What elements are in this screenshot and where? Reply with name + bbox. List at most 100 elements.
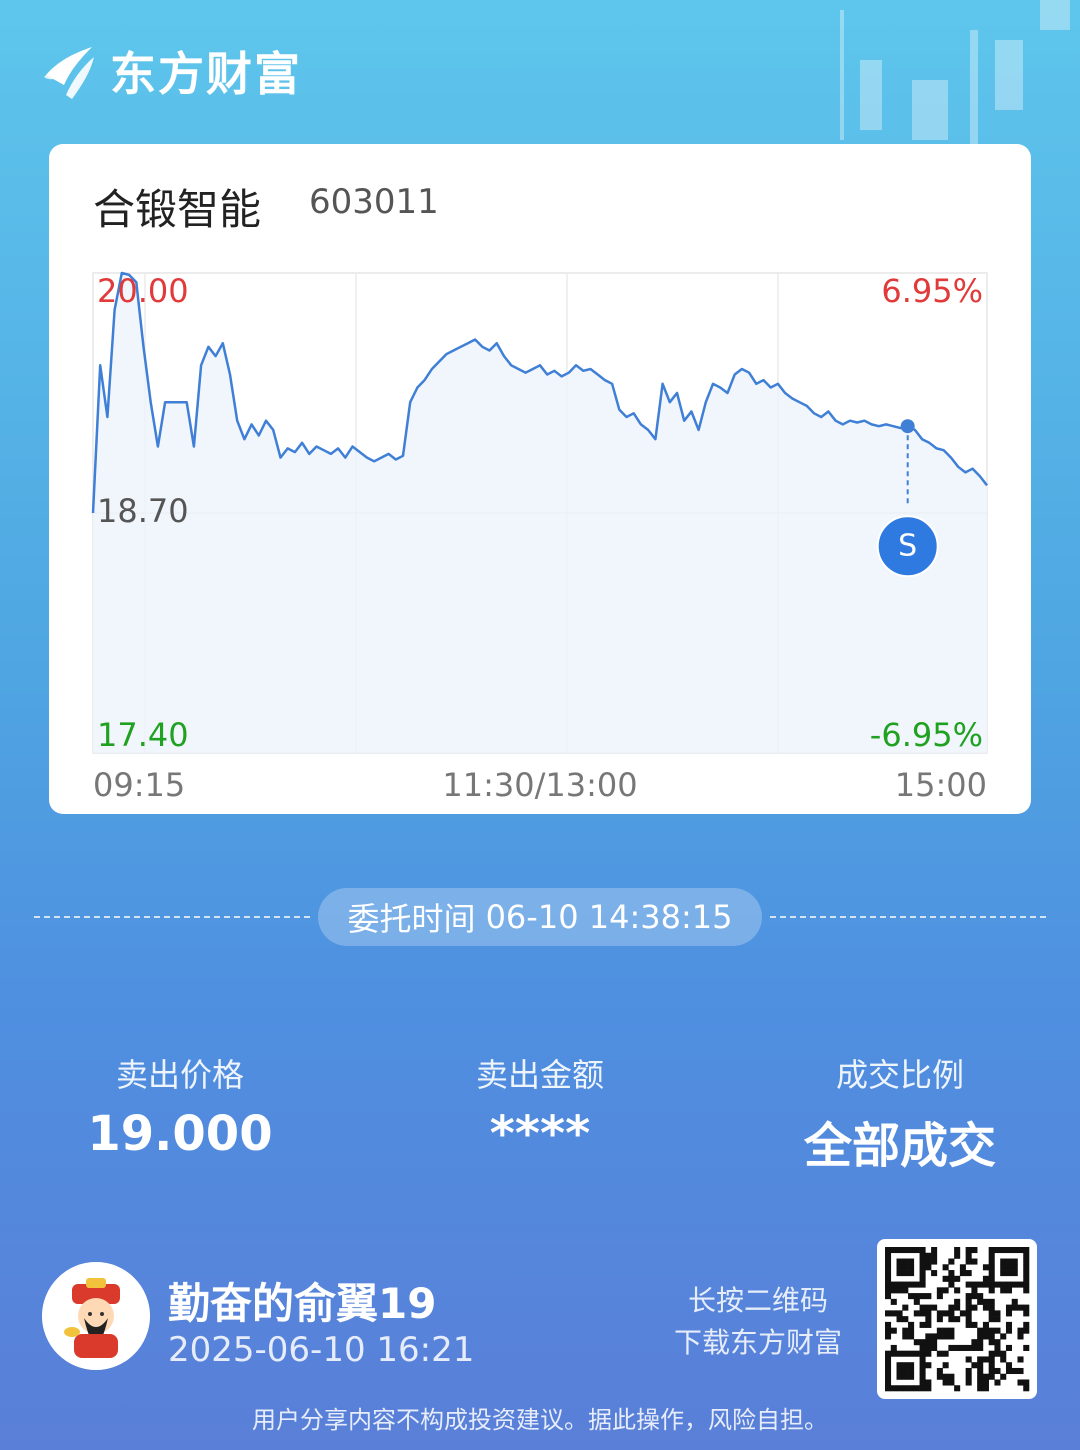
avatar[interactable] bbox=[42, 1262, 150, 1370]
qr-module bbox=[902, 1367, 909, 1375]
qr-module bbox=[988, 1333, 995, 1340]
qr-module bbox=[885, 1258, 892, 1265]
qr-module bbox=[994, 1379, 1001, 1386]
qr-module bbox=[982, 1281, 989, 1288]
qr-module bbox=[902, 1258, 909, 1265]
qr-module bbox=[965, 1321, 972, 1328]
disclaimer: 用户分享内容不构成投资建议。据此操作，风险自担。 bbox=[252, 1406, 828, 1434]
qr-module bbox=[919, 1350, 926, 1357]
qr-module bbox=[885, 1275, 892, 1282]
qr-module bbox=[902, 1316, 909, 1323]
divider-left bbox=[34, 916, 310, 918]
qr-module bbox=[1011, 1258, 1018, 1265]
qr-module bbox=[1017, 1247, 1024, 1254]
qr-module bbox=[1023, 1258, 1030, 1265]
qr-module bbox=[885, 1373, 892, 1380]
qr-module bbox=[965, 1258, 972, 1265]
qr-module bbox=[982, 1333, 989, 1340]
qr-module bbox=[925, 1344, 932, 1351]
qr-module bbox=[948, 1316, 955, 1323]
qr-module bbox=[913, 1298, 920, 1305]
qr-module bbox=[931, 1252, 938, 1259]
qr-module bbox=[965, 1373, 972, 1380]
qr-module bbox=[959, 1270, 966, 1277]
qr-module bbox=[948, 1275, 955, 1282]
qr-module bbox=[994, 1339, 1001, 1346]
qr-module bbox=[936, 1310, 943, 1317]
sell-price-label: 卖出价格 bbox=[115, 1056, 244, 1094]
qr-module bbox=[890, 1344, 897, 1351]
intraday-price-chart: S bbox=[91, 271, 988, 754]
qr-module bbox=[977, 1298, 984, 1305]
qr-module bbox=[965, 1304, 972, 1311]
qr-module bbox=[919, 1367, 926, 1375]
qr-module bbox=[908, 1293, 915, 1300]
qr-module bbox=[925, 1350, 932, 1357]
qr-module bbox=[1005, 1344, 1013, 1351]
qr-module bbox=[977, 1379, 984, 1386]
qr-module bbox=[982, 1327, 989, 1334]
qr-module bbox=[908, 1270, 915, 1277]
qr-module bbox=[1011, 1270, 1018, 1277]
sell-price-value: 19.000 bbox=[87, 1106, 273, 1162]
qr-module bbox=[902, 1264, 909, 1271]
qr-module bbox=[1023, 1264, 1030, 1271]
qr-module bbox=[902, 1270, 909, 1277]
qr-module bbox=[942, 1275, 949, 1282]
qr-module bbox=[965, 1281, 972, 1288]
qr-module bbox=[925, 1264, 932, 1271]
qr-module bbox=[1000, 1333, 1007, 1340]
qr-module bbox=[890, 1310, 897, 1317]
qr-module bbox=[948, 1304, 955, 1311]
sell-amount-value: **** bbox=[489, 1106, 591, 1162]
qr-module bbox=[896, 1247, 903, 1254]
qr-module bbox=[1000, 1247, 1007, 1254]
qr-module bbox=[971, 1362, 978, 1369]
qr-module bbox=[977, 1373, 984, 1380]
qr-hint-line2: 下载东方财富 bbox=[673, 1326, 842, 1359]
qr-module bbox=[994, 1344, 1001, 1351]
qr-module bbox=[896, 1373, 903, 1380]
qr-module bbox=[896, 1287, 903, 1294]
qr-module bbox=[948, 1270, 955, 1277]
fill-ratio-label: 成交比例 bbox=[835, 1056, 964, 1094]
qr-module bbox=[936, 1373, 943, 1380]
qr-module bbox=[919, 1379, 926, 1386]
qr-hint: 长按二维码 下载东方财富 bbox=[660, 1280, 856, 1364]
qr-module bbox=[908, 1373, 915, 1380]
qr-module bbox=[1023, 1310, 1030, 1317]
qr-module bbox=[885, 1247, 892, 1254]
qr-module bbox=[982, 1356, 989, 1363]
sell-marker-dot bbox=[900, 419, 915, 434]
qr-module bbox=[965, 1344, 972, 1351]
qr-module bbox=[988, 1247, 995, 1254]
qr-module bbox=[954, 1247, 961, 1254]
qr-module bbox=[982, 1304, 989, 1311]
qr-module bbox=[965, 1367, 972, 1375]
sell-marker-badge[interactable]: S bbox=[876, 515, 939, 578]
qr-module bbox=[942, 1333, 949, 1340]
qr-module bbox=[1023, 1344, 1030, 1351]
qr-module bbox=[948, 1379, 955, 1386]
qr-module bbox=[948, 1258, 955, 1265]
qr-module bbox=[948, 1327, 955, 1334]
qr-module bbox=[988, 1310, 995, 1317]
qr-module bbox=[1005, 1270, 1013, 1277]
qr-module bbox=[885, 1385, 892, 1392]
qr-module bbox=[988, 1362, 995, 1369]
qr-code[interactable] bbox=[877, 1239, 1037, 1399]
qr-module bbox=[954, 1316, 961, 1323]
qr-module bbox=[890, 1281, 897, 1288]
qr-module bbox=[1005, 1310, 1013, 1317]
qr-module bbox=[902, 1350, 909, 1357]
qr-module bbox=[965, 1293, 972, 1300]
qr-module bbox=[1005, 1258, 1013, 1265]
qr-module bbox=[988, 1270, 995, 1277]
qr-module bbox=[908, 1321, 915, 1328]
qr-module bbox=[1023, 1287, 1030, 1294]
qr-module bbox=[977, 1362, 984, 1369]
qr-module bbox=[988, 1264, 995, 1271]
qr-module bbox=[1005, 1281, 1013, 1288]
qr-module bbox=[977, 1333, 984, 1340]
qr-module bbox=[965, 1356, 972, 1363]
